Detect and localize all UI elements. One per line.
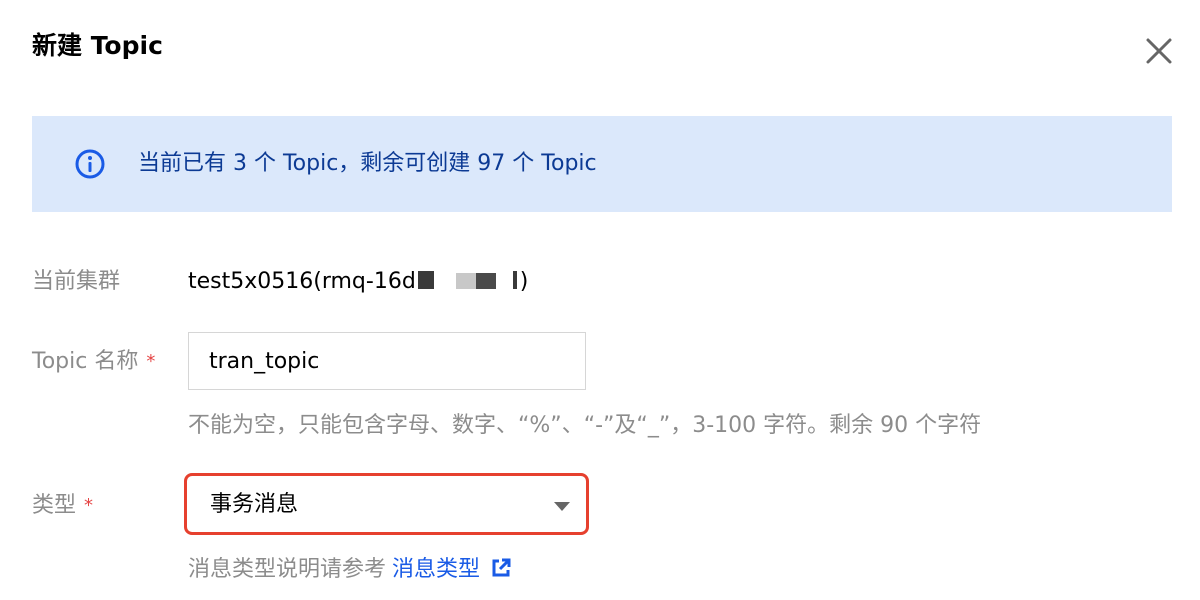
type-help: 消息类型说明请参考 消息类型 <box>188 552 512 588</box>
required-mark: * <box>84 495 94 516</box>
create-topic-dialog: 新建 Topic 当前已有 3 个 Topic，剩余可创建 97 个 Topic… <box>0 0 1200 600</box>
message-type-link[interactable]: 消息类型 <box>392 557 480 582</box>
type-select-value: 事务消息 <box>210 492 299 517</box>
cluster-value: test5x0516(rmq-16d ) <box>188 264 528 300</box>
topic-name-label: Topic 名称 * <box>32 344 155 380</box>
dialog-title: 新建 Topic <box>32 31 163 60</box>
type-label: 类型 * <box>32 488 93 524</box>
type-help-text: 消息类型说明请参考 <box>188 557 387 582</box>
banner-text: 当前已有 3 个 Topic，剩余可创建 97 个 Topic <box>138 151 597 176</box>
external-link-icon[interactable] <box>490 557 512 579</box>
topic-name-input[interactable] <box>188 332 586 390</box>
close-button[interactable] <box>1144 36 1174 66</box>
cluster-label: 当前集群 <box>32 269 121 294</box>
caret-down-icon <box>554 502 570 511</box>
info-banner: 当前已有 3 个 Topic，剩余可创建 97 个 Topic <box>32 116 1172 212</box>
topic-name-hint: 不能为空，只能包含字母、数字、“%”、“-”及“_”，3-100 字符。剩余 9… <box>188 413 982 438</box>
redacted-mark <box>417 271 517 289</box>
cluster-value-suffix: ) <box>519 269 529 294</box>
type-select[interactable]: 事务消息 <box>188 477 586 533</box>
type-label-text: 类型 <box>32 493 77 518</box>
info-icon <box>75 149 105 179</box>
topic-name-label-text: Topic 名称 <box>32 349 139 374</box>
close-icon <box>1146 38 1172 64</box>
cluster-value-prefix: test5x0516(rmq-16d <box>188 269 416 294</box>
required-mark: * <box>146 351 156 372</box>
